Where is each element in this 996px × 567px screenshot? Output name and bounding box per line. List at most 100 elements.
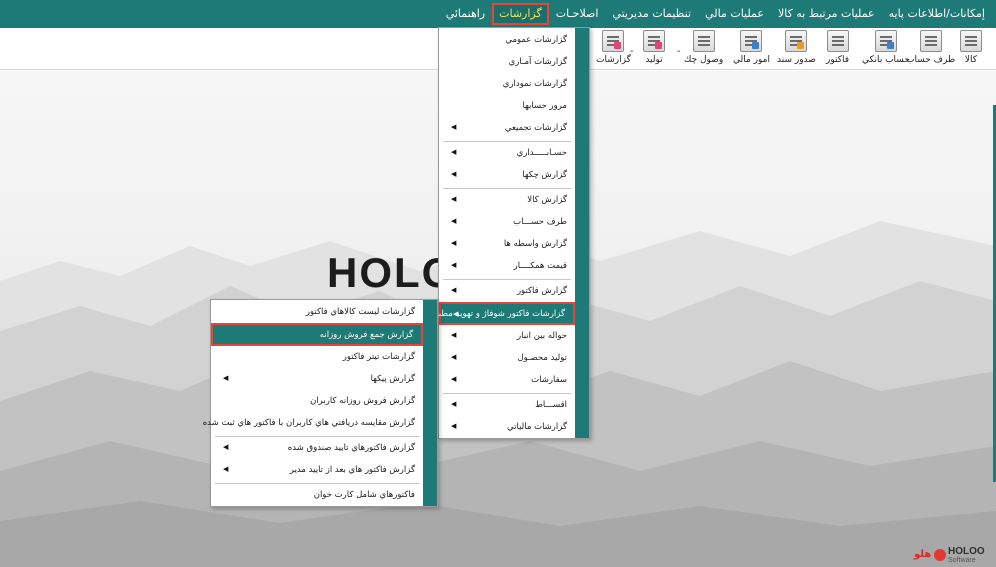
submenu-arrow-icon: ◀ xyxy=(451,286,457,294)
menu-item-label: گزارش مقايسه دريافتي هاي كاربران با فاكت… xyxy=(202,418,415,428)
menu-item-label: حواله بين انبار xyxy=(517,331,567,341)
menu-item-aggregate-reports[interactable]: گزارشات تجميعي ◀ xyxy=(439,117,575,139)
hvac-invoice-submenu: گزارشات ليست كالاهاي فاكتور گزارش جمع فر… xyxy=(203,299,438,507)
menu-item-label: سفارشات xyxy=(531,375,567,385)
menu-item-accounting[interactable]: حسـابـــــداري ◀ xyxy=(439,142,575,164)
report-icon xyxy=(602,30,625,52)
submenu-arrow-icon: ◀ xyxy=(451,123,457,131)
person-icon xyxy=(919,30,942,52)
submenu-item-invoice-goods-list[interactable]: گزارشات ليست كالاهاي فاكتور xyxy=(211,301,423,323)
submenu-item-users-daily-sales[interactable]: گزارش فروش روزانه كاربران xyxy=(211,390,423,412)
menu-item-invoice-report[interactable]: گزارش فاكتور ◀ xyxy=(439,280,575,302)
menu-item-label: گزارشات آمـاري xyxy=(508,57,567,67)
submenu-item-cash-approved-invoices[interactable]: گزارش فاكتورهاي تاييد صندوق شده ◀ xyxy=(211,437,423,459)
toolbar-invoice-button[interactable]: فاكتور xyxy=(826,30,849,68)
submenu-arrow-icon: ◀ xyxy=(451,195,457,203)
toolbar-issue-document-label: صدور سند xyxy=(777,55,816,65)
invoice-icon xyxy=(826,30,849,52)
menu-stripe xyxy=(423,300,437,506)
menu-financial-operations[interactable]: عمليات مالي xyxy=(698,3,771,25)
menu-item-label: اقســـاط xyxy=(535,400,567,410)
menu-item-general-reports[interactable]: گزارشات عمومي xyxy=(439,29,575,51)
submenu-arrow-icon: ◀ xyxy=(451,239,457,247)
menu-item-orders[interactable]: سفارشات ◀ xyxy=(439,369,575,391)
menu-item-label: گزارشات تجميعي xyxy=(504,123,567,133)
menu-item-chart-reports[interactable]: گزارشات نموداري xyxy=(439,73,575,95)
menu-item-label: مرور حسابها xyxy=(522,101,567,111)
brand-subtitle: Software xyxy=(948,557,976,564)
submenu-item-manager-approved-invoices[interactable]: گزارش فاكتور هاي بعد از تاييد مدير ◀ xyxy=(211,459,423,481)
menu-item-label: حسـابـــــداري xyxy=(516,148,567,158)
submenu-arrow-icon: ◀ xyxy=(451,148,457,156)
menu-item-label: گزارشات تيتر فاكتور xyxy=(342,352,415,362)
holoo-brand-logo: هلو HOLOO Software xyxy=(912,545,996,567)
menu-item-label: گزارش كالا xyxy=(527,195,567,205)
menu-item-account-review[interactable]: مرور حسابها xyxy=(439,95,575,117)
menu-goods-operations[interactable]: عمليات مرتبط به كالا xyxy=(771,3,882,25)
cheque-icon xyxy=(692,30,715,52)
toolbar-reports-button[interactable]: گزارشات xyxy=(596,30,631,68)
submenu-item-users-receipts-comparison[interactable]: گزارش مقايسه دريافتي هاي كاربران با فاكت… xyxy=(203,412,423,434)
menu-item-broker-report[interactable]: گزارش واسطه ها ◀ xyxy=(439,233,575,255)
menu-basic-info[interactable]: إمكانات/اطلاعات پايه xyxy=(882,3,992,25)
brand-persian-name: هلو xyxy=(914,549,932,560)
menu-item-hvac-invoice-reports[interactable]: گزارشات فاكتور شوفاژ و تهويه مطبوع ◀ xyxy=(429,302,575,325)
toolbar-bank-account-label: حساب بانكي xyxy=(862,55,910,65)
menu-item-label: گزارش فروش روزانه كاربران xyxy=(310,396,415,406)
menu-item-label: گزارشات مالياتي xyxy=(507,422,567,432)
toolbar-cheque-label: وصول چك xyxy=(684,55,724,65)
menu-item-product-production[interactable]: توليد محصـول ◀ xyxy=(439,347,575,369)
menu-management-settings[interactable]: تنظيمات مديريتي xyxy=(605,3,698,25)
submenu-item-invoice-headers[interactable]: گزارشات تيتر فاكتور xyxy=(211,346,423,368)
finance-icon xyxy=(740,30,763,52)
production-icon xyxy=(643,30,665,52)
submenu-arrow-icon: ◀ xyxy=(451,331,457,339)
submenu-arrow-icon: ◀ xyxy=(451,353,457,361)
menu-item-label: طرف حســـاب xyxy=(513,217,567,227)
toolbar-reports-label: گزارشات xyxy=(596,55,631,65)
menu-item-label: گزارش فاكتورهاي تاييد صندوق شده xyxy=(287,443,415,453)
submenu-arrow-icon: ◀ xyxy=(453,310,459,318)
menu-item-label: گزارش چكها xyxy=(522,170,567,180)
submenu-item-card-reader-invoices[interactable]: فاكتورهاي شامل كارت خوان xyxy=(211,484,423,506)
menu-item-statistical-reports[interactable]: گزارشات آمـاري xyxy=(439,51,575,73)
holoo-logo-text: HOLO xyxy=(327,249,457,296)
menu-item-goods-report[interactable]: گزارش كالا ◀ xyxy=(439,189,575,211)
menu-item-installments[interactable]: اقســـاط ◀ xyxy=(439,394,575,416)
submenu-item-daily-sales-total[interactable]: گزارش جمع فروش روزانه xyxy=(211,323,423,346)
submenu-arrow-icon: ◀ xyxy=(451,261,457,269)
document-icon xyxy=(785,30,808,52)
toolbar-production-label: توليد xyxy=(645,55,663,65)
submenu-arrow-icon: ◀ xyxy=(451,170,457,178)
toolbar-issue-document-button[interactable]: صدور سند xyxy=(777,30,816,68)
menu-item-warehouse-transfer[interactable]: حواله بين انبار ◀ xyxy=(439,325,575,347)
toolbar-goods-button[interactable]: كالا xyxy=(960,30,982,68)
submenu-arrow-icon: ◀ xyxy=(223,374,229,382)
toolbar-cheque-button[interactable]: وصول چك xyxy=(684,30,723,68)
menu-item-cheque-report[interactable]: گزارش چكها ◀ xyxy=(439,164,575,186)
toolbar-finance-button[interactable]: امور مالي xyxy=(733,30,770,68)
menu-item-party[interactable]: طرف حســـاب ◀ xyxy=(439,211,575,233)
toolbar-goods-label: كالا xyxy=(964,55,978,65)
toolbar-separator: - xyxy=(677,46,681,57)
menu-reports[interactable]: گزارشات xyxy=(492,3,549,25)
menu-corrections[interactable]: اصلاحـات xyxy=(549,3,606,25)
brand-name: HOLOO xyxy=(948,546,985,557)
menu-item-label: گزارش فاكتور هاي بعد از تاييد مدير xyxy=(289,465,415,475)
submenu-arrow-icon: ◀ xyxy=(451,375,457,383)
menu-item-label: گزارشات فاكتور شوفاژ و تهويه مطبوع xyxy=(429,308,565,319)
menu-item-label: گزارشات عمومي xyxy=(505,35,567,45)
brand-dot-icon xyxy=(934,549,946,561)
bank-card-icon xyxy=(874,30,897,52)
menu-help[interactable]: راهنمائي xyxy=(439,3,492,25)
menu-item-label: گزارشات نموداري xyxy=(502,79,567,89)
menu-item-label: فاكتورهاي شامل كارت خوان xyxy=(313,490,415,500)
toolbar-finance-label: امور مالي xyxy=(733,55,770,65)
menu-item-partner-price[interactable]: قيمت همكــــار ◀ xyxy=(439,255,575,277)
submenu-arrow-icon: ◀ xyxy=(451,217,457,225)
submenu-item-couriers-report[interactable]: گزارش پيكها ◀ xyxy=(211,368,423,390)
menu-item-tax-reports[interactable]: گزارشات مالياتي ◀ xyxy=(439,416,575,438)
toolbar-production-button[interactable]: توليد xyxy=(643,30,665,68)
toolbar-bank-account-button[interactable]: حساب بانكي xyxy=(862,30,910,68)
toolbar-party-button[interactable]: طرف حساب xyxy=(906,30,955,68)
